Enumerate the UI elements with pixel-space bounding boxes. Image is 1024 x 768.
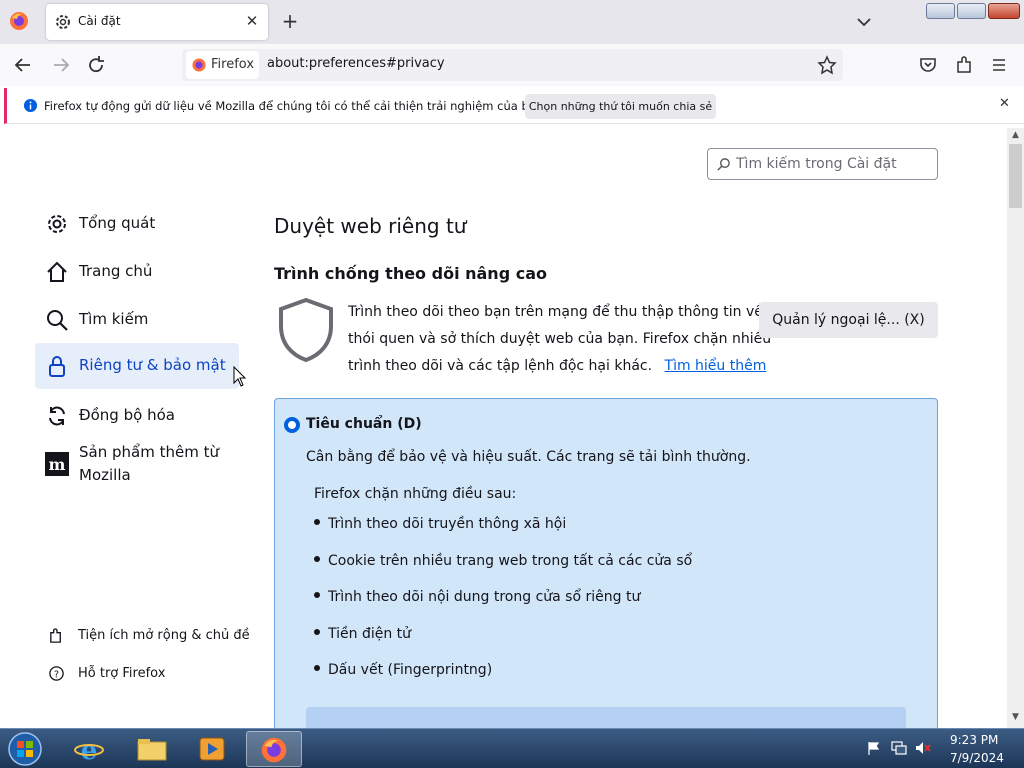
mozilla-icon: m [45,452,69,476]
identity-label: Firefox [211,57,255,72]
volume-muted-icon[interactable] [914,740,932,756]
sidebar-item-label: Đồng bộ hóa [79,406,175,424]
gear-icon [48,215,66,233]
reload-icon[interactable] [85,54,107,76]
info-icon [23,98,38,113]
page-title: Duyệt web riêng tư [274,214,467,238]
forward-arrow-icon[interactable] [50,54,72,76]
bookmark-star-icon[interactable] [816,54,838,76]
menu-icon[interactable] [988,54,1010,76]
help-icon: ? [49,666,64,681]
manage-exceptions-button[interactable]: Quản lý ngoại lệ... (X) [759,302,938,338]
scroll-down-icon[interactable]: ▼ [1007,712,1024,726]
new-tab-button[interactable]: + [280,10,300,32]
lock-icon [49,356,65,377]
standard-description: Cân bằng để bảo vệ và hiệu suất. Các tra… [306,449,751,465]
taskbar-firefox[interactable] [246,731,302,767]
list-item: Cookie trên nhiều trang web trong tất cả… [314,553,692,569]
search-placeholder: Tìm kiếm trong Cài đặt [736,156,897,172]
taskbar-media-player[interactable] [184,731,240,767]
description-line-1: Trình theo dõi theo bạn trên mạng để thu… [348,304,763,320]
description-line-3: trình theo dõi và các tập lệnh độc hại k… [348,358,766,374]
learn-more-link[interactable]: Tìm hiểu thêm [665,358,767,374]
sidebar-item-label: Sản phẩm thêm từ [79,443,219,461]
choose-what-to-share-button[interactable]: Chọn những thứ tôi muốn chia sẻ [525,94,716,119]
list-item: Tiền điện tử [314,626,411,642]
blocks-heading: Firefox chặn những điều sau: [314,486,517,502]
media-player-icon [199,737,225,761]
back-arrow-icon[interactable] [12,54,34,76]
list-item: Trình theo dõi truyền thông xã hội [314,516,566,532]
standard-radio[interactable] [284,417,300,433]
folder-icon [137,739,167,761]
list-item-text: Cookie trên nhiều trang web trong tất cả… [328,553,693,569]
list-item-text: Trình theo dõi nội dung trong cửa sổ riê… [328,589,641,605]
sidebar-item-general[interactable]: Tổng quát [35,201,239,247]
action-center-flag-icon[interactable] [866,740,882,756]
puzzle-icon [50,628,61,643]
page-scrollbar[interactable]: ▲ ▼ [1007,128,1024,728]
sidebar-item-home[interactable]: Trang chủ [35,249,239,295]
sidebar-item-label: Tìm kiếm [79,310,149,328]
extensions-icon[interactable] [953,54,975,76]
firefox-icon[interactable] [8,10,30,32]
sidebar-item-label-line2: Mozilla [79,466,131,484]
sidebar-item-mozilla-products[interactable]: m Sản phẩm thêm từ Mozilla [35,441,239,489]
mouse-cursor-icon [233,366,247,387]
maximize-button[interactable] [957,3,986,19]
identity-box[interactable]: Firefox [186,51,259,79]
sync-icon [49,406,65,426]
sidebar-footer-label: Hỗ trợ Firefox [78,666,166,681]
clock-time[interactable]: 9:23 PM [950,733,998,747]
sidebar-item-label: Riêng tư & bảo mật [79,356,226,374]
taskbar-file-explorer[interactable] [124,731,180,767]
pocket-icon[interactable] [917,54,939,76]
settings-search-input[interactable]: Tìm kiếm trong Cài đặt [707,148,938,180]
scroll-thumb[interactable] [1009,144,1022,208]
tab-settings[interactable]: Cài đặt ✕ [46,4,268,40]
internet-explorer-icon: e [74,736,104,763]
list-item-text: Tiền điện tử [328,626,412,642]
close-window-button[interactable] [988,3,1020,19]
notification-text: Firefox tự động gửi dữ liệu về Mozilla đ… [44,99,547,113]
description-line-3-text: trình theo dõi và các tập lệnh độc hại k… [348,358,653,374]
firefox-icon [192,58,206,72]
sidebar-item-privacy[interactable]: Riêng tư & bảo mật [35,343,239,389]
svg-text:?: ? [54,669,59,680]
close-tab-icon[interactable]: ✕ [242,11,262,31]
tab-title: Cài đặt [78,14,121,28]
close-notification-icon[interactable]: ✕ [999,96,1010,111]
svg-text:m: m [49,455,66,474]
sidebar-item-label: Trang chủ [79,262,153,280]
sidebar-item-label: Tổng quát [79,214,156,232]
taskbar-internet-explorer[interactable]: e [62,731,118,767]
standard-label[interactable]: Tiêu chuẩn (D) [306,416,422,432]
scroll-up-icon[interactable]: ▲ [1007,130,1024,144]
url-text[interactable]: about:preferences#privacy [267,56,445,71]
description-line-2: thói quen và sở thích duyệt web của bạn.… [348,331,772,347]
home-icon [47,261,67,282]
svg-text:e: e [81,736,98,763]
shield-icon [279,297,333,363]
section-title: Trình chống theo dõi nâng cao [274,264,547,283]
network-icon[interactable] [890,740,908,756]
gear-icon [56,15,70,29]
list-item: Dấu vết (Fingerprintng) [314,662,492,678]
list-item-text: Trình theo dõi truyền thông xã hội [328,516,567,532]
tab-strip: Cài đặt ✕ + [0,0,1024,44]
list-item: Trình theo dõi nội dung trong cửa sổ riê… [314,589,640,605]
minimize-button[interactable] [926,3,955,19]
navigation-toolbar: Firefox [0,44,1024,86]
sidebar-item-sync[interactable]: Đồng bộ hóa [35,393,239,439]
sidebar-item-search[interactable]: Tìm kiếm [35,297,239,343]
sidebar-footer-label: Tiện ích mở rộng & chủ đề [78,628,250,643]
chevron-down-icon[interactable] [854,12,874,32]
windows-start-icon[interactable] [4,731,46,767]
search-icon [717,158,730,171]
search-icon [47,310,68,331]
clock-date[interactable]: 7/9/2024 [950,751,1004,765]
firefox-icon [261,737,287,763]
list-item-text: Dấu vết (Fingerprintng) [328,662,493,678]
